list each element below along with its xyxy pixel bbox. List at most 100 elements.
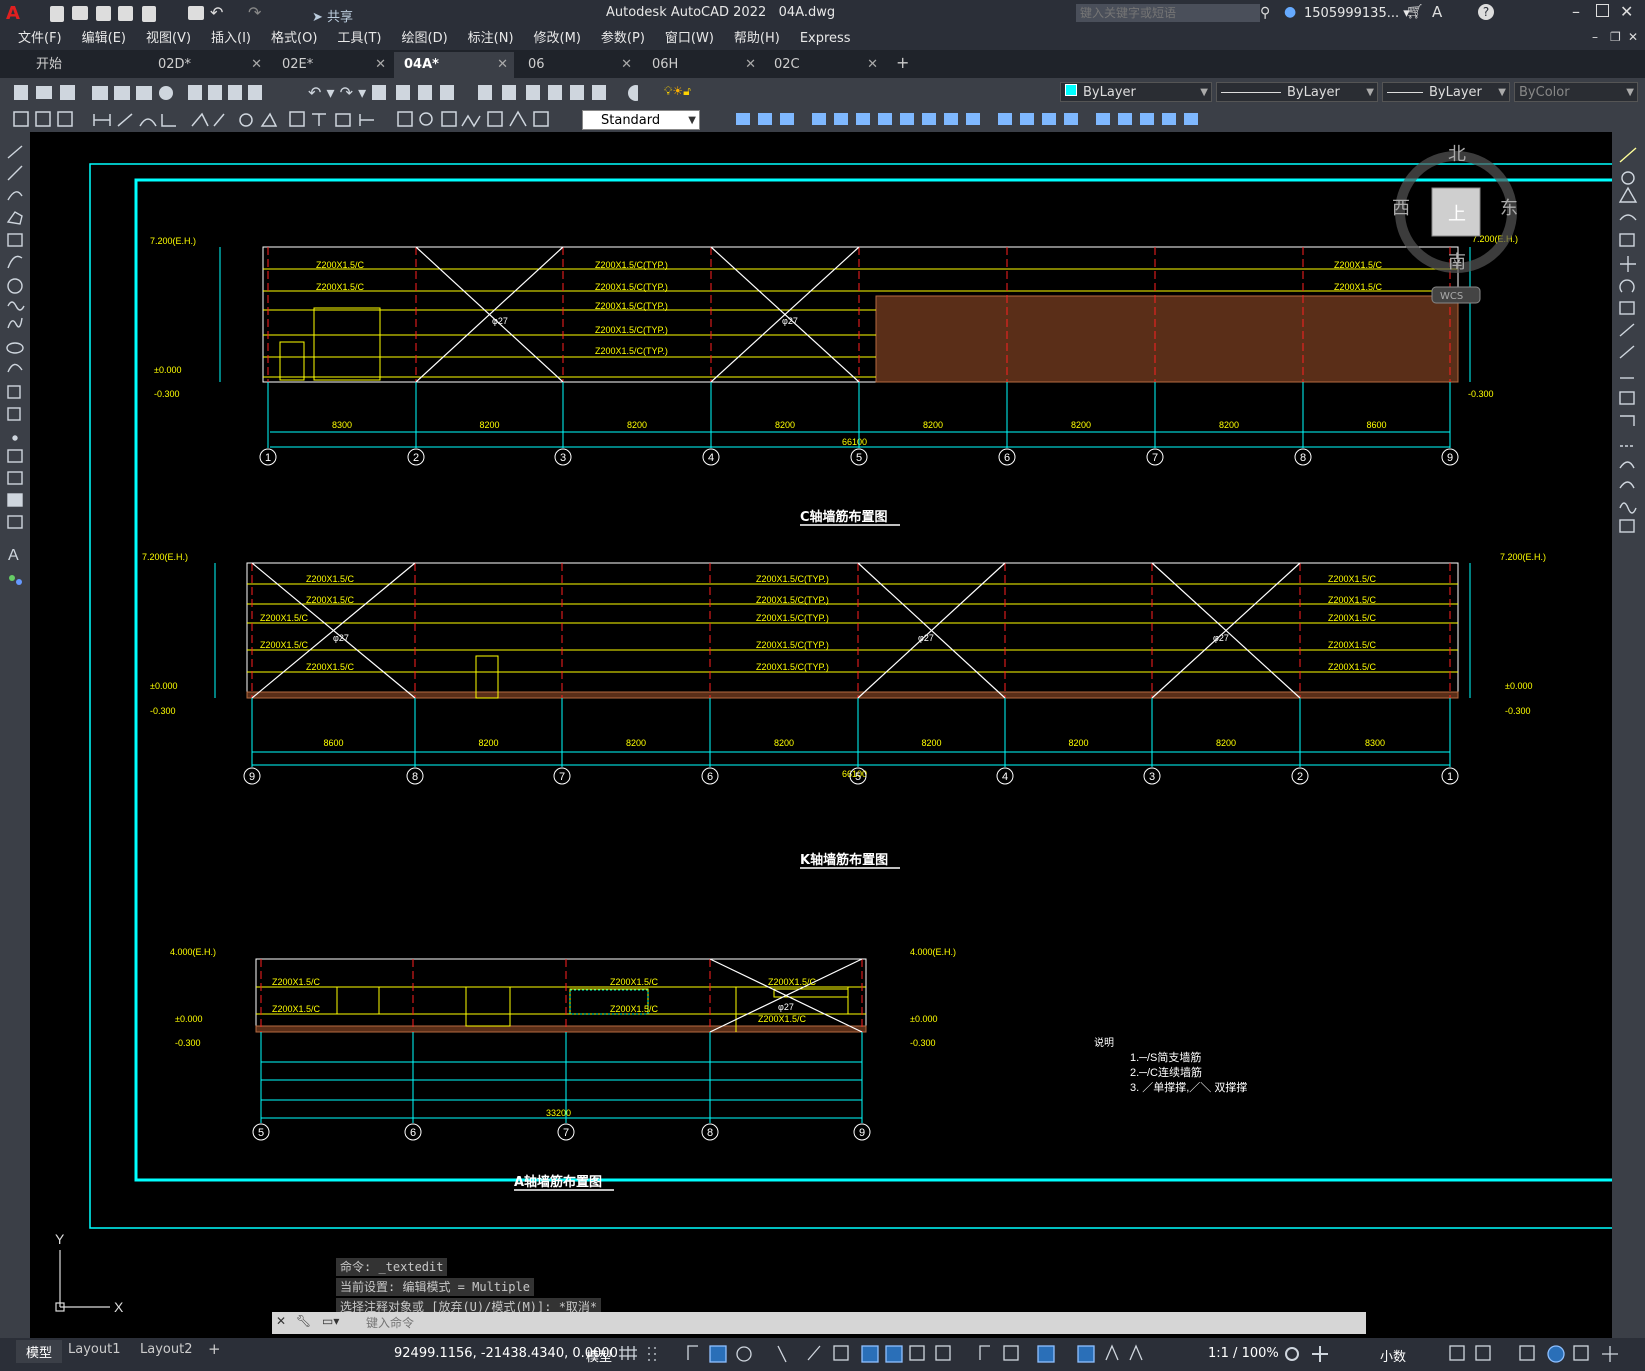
annotation-scale[interactable]: 1:1 / 100% (1208, 1346, 1279, 1361)
new-file-icon[interactable] (50, 6, 64, 22)
search-icon[interactable]: ⚲ (1260, 5, 1270, 21)
dimension-toolbar: Standard ▼ (0, 106, 1645, 132)
menu-dimension[interactable]: 标注(N) (458, 28, 524, 50)
svg-text:φ27: φ27 (778, 1002, 794, 1012)
save-as-icon[interactable] (118, 6, 133, 21)
save-icon[interactable] (96, 6, 111, 21)
drawing-svg[interactable]: Z200X1.5/CZ200X1.5/C Z200X1.5/C(TYP.)Z20… (30, 132, 1612, 1338)
layer-icons[interactable]: 💡︎☀︎🔓︎ (664, 84, 744, 100)
menu-help[interactable]: 帮助(H) (724, 28, 790, 50)
menu-format[interactable]: 格式(O) (261, 28, 327, 50)
command-prompt-icon[interactable]: ▭▾ (322, 1314, 339, 1328)
search-input[interactable] (1076, 4, 1260, 22)
plot-icon[interactable] (142, 6, 156, 22)
axis-label: 2 (1297, 771, 1303, 783)
undo-icon[interactable]: ↶ (210, 3, 223, 22)
minimize-icon[interactable]: – (1572, 2, 1580, 21)
svg-text:-0.300: -0.300 (910, 1038, 936, 1048)
svg-text:7.200(E.H.): 7.200(E.H.) (1500, 552, 1546, 562)
plotstyle-dropdown[interactable]: ByColor ▼ (1514, 82, 1638, 102)
new-layout-button[interactable]: + (208, 1340, 221, 1358)
span-dimension: 8200 (921, 738, 941, 748)
help-icon[interactable]: ? (1478, 4, 1494, 20)
settings-icons[interactable] (1282, 1340, 1342, 1366)
close-tab-icon[interactable]: ✕ (745, 52, 756, 78)
doc-close-icon[interactable]: ✕ (1628, 30, 1638, 44)
menu-parametric[interactable]: 参数(P) (591, 28, 655, 50)
modify-tool-icons[interactable] (1612, 142, 1645, 542)
viewcube[interactable]: 上 北 南 东 西 WCS (1392, 144, 1518, 304)
layout-tab-model[interactable]: 模型 (16, 1340, 63, 1363)
menu-insert[interactable]: 插入(I) (201, 28, 261, 50)
tab-02c[interactable]: 02C ✕ (764, 52, 884, 78)
share-button[interactable]: ➤ 共享 (312, 6, 353, 25)
modify-toolbar (1612, 132, 1645, 1338)
color-dropdown[interactable]: ByLayer ▼ (1060, 82, 1212, 102)
user-icon[interactable]: ● (1284, 4, 1296, 20)
menu-file[interactable]: 文件(F) (8, 28, 72, 50)
lineweight-dropdown[interactable]: ByLayer ▼ (1382, 82, 1510, 102)
dimstyle-dropdown[interactable]: Standard ▼ (582, 110, 700, 130)
close-icon[interactable]: ✕ (1620, 2, 1633, 21)
menu-tools[interactable]: 工具(T) (327, 28, 391, 50)
close-tab-icon[interactable]: ✕ (867, 52, 878, 78)
status-toggle-icons[interactable] (618, 1340, 1258, 1366)
menu-window[interactable]: 窗口(W) (655, 28, 724, 50)
svg-text:±0.000: ±0.000 (154, 365, 181, 375)
svg-text:4.000(E.H.): 4.000(E.H.) (170, 947, 216, 957)
svg-text:φ27: φ27 (492, 316, 508, 326)
model-space-button[interactable]: 模型 (586, 1346, 612, 1365)
svg-text:Z200X1.5/C: Z200X1.5/C (1328, 574, 1377, 584)
menu-express[interactable]: Express (790, 28, 861, 50)
tab-start[interactable]: 开始 (26, 52, 146, 78)
command-close-icon[interactable]: ✕ (276, 1314, 286, 1328)
maximize-icon[interactable] (1596, 4, 1609, 17)
autodesk-a360-icon[interactable]: A (1432, 3, 1442, 21)
axis-label: 9 (859, 1127, 865, 1139)
svg-text:东: 东 (1500, 198, 1518, 219)
close-tab-icon[interactable]: ✕ (497, 52, 508, 78)
status-right-icons[interactable] (1444, 1340, 1644, 1366)
coordinates[interactable]: 92499.1156, -21438.4340, 0.0000 (394, 1346, 618, 1361)
command-customize-icon[interactable]: 🔧︎ (296, 1314, 311, 1328)
units-selector[interactable]: 小数 (1380, 1346, 1406, 1365)
menu-draw[interactable]: 绘图(D) (392, 28, 458, 50)
svg-text:Z200X1.5/C(TYP.): Z200X1.5/C(TYP.) (756, 662, 829, 672)
tab-06h[interactable]: 06H ✕ (642, 52, 762, 78)
close-tab-icon[interactable]: ✕ (621, 52, 632, 78)
draw-tool-icons[interactable]: A (0, 142, 30, 602)
new-tab-button[interactable]: + (896, 53, 909, 72)
doc-minimize-icon[interactable]: – (1592, 30, 1598, 44)
layout-tab-layout1[interactable]: Layout1 (68, 1342, 120, 1357)
tab-06[interactable]: 06 ✕ (518, 52, 638, 78)
command-bar: ✕ 🔧︎ ▭▾ (272, 1312, 1366, 1334)
tab-02d[interactable]: 02D* ✕ (148, 52, 268, 78)
redo-icon[interactable]: ↷ (248, 3, 261, 22)
close-tab-icon[interactable]: ✕ (375, 52, 386, 78)
linetype-dropdown[interactable]: ByLayer ▼ (1216, 82, 1378, 102)
span-dimension: 8200 (627, 420, 647, 430)
doc-restore-icon[interactable]: ❐ (1610, 30, 1621, 44)
layout-tab-layout2[interactable]: Layout2 (140, 1342, 192, 1357)
autocad-logo[interactable]: A (6, 4, 26, 24)
span-dimension: 8300 (1365, 738, 1385, 748)
tab-04a[interactable]: 04A* ✕ (394, 52, 514, 78)
open-file-icon[interactable] (72, 6, 88, 20)
close-tab-icon[interactable]: ✕ (251, 52, 262, 78)
axis-label: 7 (559, 771, 565, 783)
dimension-toolbar-icons[interactable] (10, 106, 585, 132)
tab-02e[interactable]: 02E* ✕ (272, 52, 392, 78)
menu-edit[interactable]: 编辑(E) (72, 28, 136, 50)
modify-toolbar-icons[interactable] (706, 106, 1206, 132)
print-icon[interactable] (188, 6, 204, 20)
standard-toolbar-icons[interactable]: ↶ ▾ ↷ ▾ (8, 78, 638, 106)
menu-view[interactable]: 视图(V) (136, 28, 201, 50)
command-input[interactable] (364, 1313, 1348, 1333)
chevron-down-icon: ▼ (1626, 87, 1634, 98)
svg-text:φ27: φ27 (333, 633, 349, 643)
cart-icon[interactable]: 🛒︎ (1406, 4, 1424, 20)
svg-text:说明: 说明 (1094, 1036, 1114, 1049)
user-account[interactable]: 1505999135... ▾ (1304, 6, 1410, 21)
menu-modify[interactable]: 修改(M) (524, 28, 591, 50)
drawing-canvas[interactable]: Z200X1.5/C Z200X1.5/C Z200X1.5/C(TYP.) Z20… (30, 132, 1612, 1338)
